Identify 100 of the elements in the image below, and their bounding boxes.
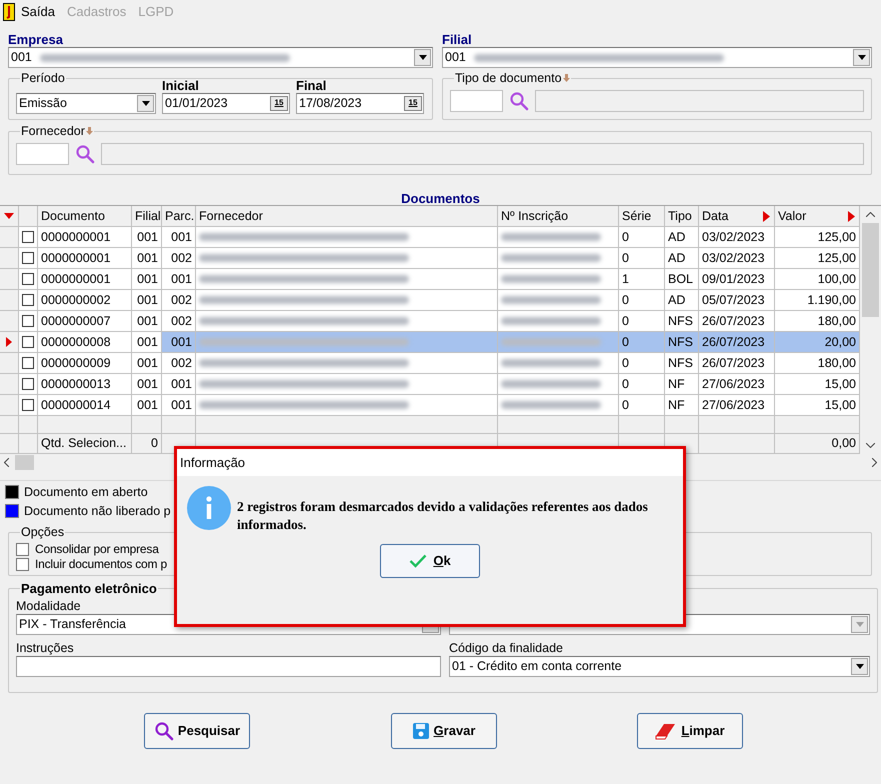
table-cell: 001	[132, 353, 162, 374]
table-cell: 002	[162, 311, 196, 332]
table-cell: 001	[132, 332, 162, 353]
code-field[interactable]	[16, 142, 69, 165]
field-label: Instruções	[16, 640, 75, 656]
checkbox-label: Incluir documentos com p	[35, 556, 167, 574]
row-checkbox[interactable]	[22, 357, 34, 369]
search-icon[interactable]	[509, 90, 529, 111]
table-cell: 0	[619, 290, 665, 311]
table-cell: 001	[132, 248, 162, 269]
table-cell: 26/07/2023	[699, 353, 775, 374]
table-cell: 002	[162, 290, 196, 311]
caret-icon	[142, 100, 150, 106]
row-checkbox[interactable]	[22, 336, 34, 348]
date-field[interactable]: 17/08/2023 15	[296, 92, 424, 114]
dialog-title: Informação	[180, 454, 246, 472]
table-cell: 0000000001	[38, 227, 132, 248]
row-checkbox[interactable]	[22, 252, 34, 264]
dropdown-button[interactable]	[853, 49, 870, 66]
table-cell: 100,00	[775, 269, 860, 290]
row-checkbox[interactable]	[22, 315, 34, 327]
group-title: Período	[21, 70, 65, 87]
table-cell: 0	[619, 332, 665, 353]
table-cell: 20,00	[775, 332, 860, 353]
table-cell: 001	[132, 227, 162, 248]
caret-icon	[418, 55, 426, 60]
scroll-right-icon[interactable]	[872, 458, 877, 467]
period-type-select[interactable]: Emissão	[16, 92, 156, 114]
select-value: 001	[445, 49, 466, 66]
table-cell: BOL	[665, 269, 699, 290]
sort-down-icon[interactable]	[4, 213, 14, 219]
scroll-down-icon[interactable]	[866, 443, 875, 448]
search-button[interactable]: Pesquisar	[144, 713, 250, 749]
pointer-icon	[6, 337, 12, 347]
legend-label: Documento não liberado p	[24, 502, 171, 520]
table-cell: AD	[665, 290, 699, 311]
row-checkbox[interactable]	[22, 294, 34, 306]
table-cell: 1	[619, 269, 665, 290]
row-checkbox[interactable]	[22, 273, 34, 285]
row-checkbox[interactable]	[22, 231, 34, 243]
arrow-down-icon	[86, 127, 93, 136]
table-cell: 0	[619, 248, 665, 269]
field-label: Código da finalidade	[449, 640, 564, 656]
table-cell: 001	[162, 395, 196, 416]
clear-button[interactable]: Limpar	[637, 713, 743, 749]
search-icon[interactable]	[75, 144, 95, 164]
dropdown-button[interactable]	[414, 49, 431, 66]
scroll-up-icon[interactable]	[866, 212, 875, 217]
checkbox[interactable]	[16, 542, 29, 556]
table-cell: 002	[162, 248, 196, 269]
caret-icon	[856, 622, 864, 627]
ok-button[interactable]: Ok	[380, 544, 480, 578]
table-cell: 125,00	[775, 248, 860, 269]
scroll-left-icon[interactable]	[4, 458, 9, 467]
date-field[interactable]: 01/01/2023 15	[162, 92, 290, 114]
dropdown-button[interactable]	[851, 658, 868, 675]
table-cell: NF	[665, 374, 699, 395]
sort-arrow-icon	[763, 211, 770, 222]
row-checkbox[interactable]	[22, 399, 34, 411]
table-cell: NFS	[665, 311, 699, 332]
company-select[interactable]: 001	[442, 47, 872, 68]
select-value: 01 - Crédito em conta corrente	[452, 658, 622, 675]
table-cell: AD	[665, 248, 699, 269]
scroll-thumb[interactable]	[15, 455, 34, 470]
legend-label: Documento em aberto	[24, 484, 148, 501]
field-label: Final	[296, 78, 328, 93]
table-cell: 09/01/2023	[699, 269, 775, 290]
save-button[interactable]: Gravar	[390, 713, 496, 749]
purpose-code-select[interactable]: 01 - Crédito em conta corrente	[449, 656, 870, 677]
company-select[interactable]: 001	[8, 47, 433, 68]
dialog-message: 2 registros foram desmarcados devido a validações referentes aos dados informados.	[237, 498, 649, 534]
scroll-thumb[interactable]	[862, 223, 879, 317]
group-title: Tipo de documento	[455, 70, 562, 87]
checkbox[interactable]	[16, 558, 29, 571]
dropdown-button[interactable]	[137, 94, 154, 112]
calendar-button[interactable]: 15	[270, 96, 288, 111]
select-value: 001	[11, 49, 32, 66]
table-cell: 27/06/2023	[699, 374, 775, 395]
table-cell: 0000000008	[38, 332, 132, 353]
caret-icon	[858, 55, 866, 60]
table-cell: 0000000001	[38, 269, 132, 290]
code-field[interactable]	[450, 90, 503, 112]
table-cell: 27/06/2023	[699, 395, 775, 416]
instructions-field[interactable]	[16, 656, 441, 677]
calendar-button[interactable]: 15	[404, 96, 422, 111]
group-title: Opções	[21, 524, 64, 541]
table-cell: 03/02/2023	[699, 248, 775, 269]
menu-item[interactable]: Saída	[21, 2, 55, 22]
table-cell: 001	[132, 311, 162, 332]
search-icon	[154, 721, 174, 741]
check-icon	[409, 554, 428, 568]
row-checkbox[interactable]	[22, 378, 34, 390]
table-cell: 0000000002	[38, 290, 132, 311]
table-cell: NFS	[665, 353, 699, 374]
arrow-down-icon	[562, 74, 570, 82]
table-cell: 03/02/2023	[699, 227, 775, 248]
field-label: Empresa	[8, 32, 64, 47]
table-cell: 0000000007	[38, 311, 132, 332]
table-cell: 26/07/2023	[699, 311, 775, 332]
table-cell: 125,00	[775, 227, 860, 248]
